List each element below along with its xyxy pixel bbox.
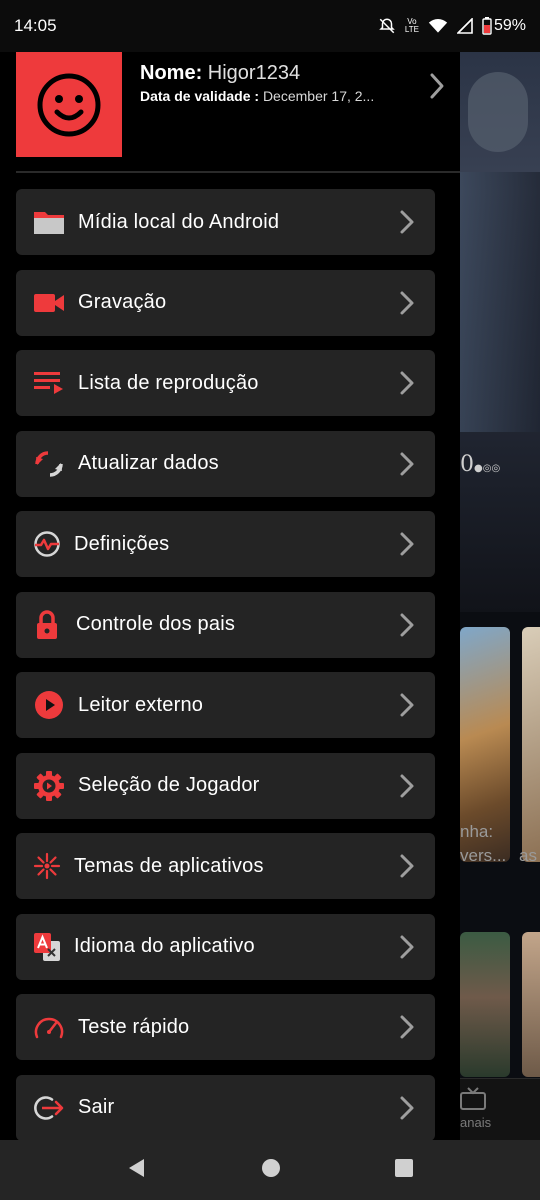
- refresh-icon: [32, 447, 66, 481]
- chevron-right-icon: [400, 774, 414, 797]
- chevron-right-icon: [400, 613, 414, 636]
- playlist-icon: [32, 366, 66, 400]
- profile-name: Nome: Higor1234: [140, 62, 300, 85]
- movie-poster[interactable]: [522, 932, 540, 1077]
- menu-item-label: Sair: [78, 1096, 115, 1118]
- menu-item-label: Mídia local do Android: [78, 210, 280, 233]
- chevron-right-icon: [400, 371, 414, 395]
- menu-item-external-player[interactable]: Leitor externo: [16, 672, 435, 738]
- menu-item-parental-control[interactable]: Controle dos pais: [16, 591, 435, 658]
- chevron-right-icon: [400, 532, 414, 556]
- wifi-icon: [428, 18, 448, 34]
- menu-item-label: Teste rápido: [78, 1015, 190, 1038]
- drawer-menu: Mídia local do Android Gravação Lista de…: [16, 189, 435, 1155]
- menu-item-label: Definições: [74, 532, 170, 555]
- menu-item-label: Idioma do aplicativo: [74, 935, 255, 957]
- play-circle-icon: [32, 688, 66, 722]
- logout-icon: [32, 1091, 66, 1125]
- menu-item-label: Temas de aplicativos: [74, 854, 264, 877]
- settings-pulse-icon: [32, 527, 62, 561]
- divider: [16, 171, 460, 173]
- menu-item-app-themes[interactable]: Temas de aplicativos: [16, 833, 435, 899]
- system-navigation-bar: [0, 1140, 540, 1200]
- lock-icon: [32, 608, 62, 642]
- bottom-tab-channels[interactable]: anais: [460, 1078, 540, 1140]
- menu-item-recording[interactable]: Gravação: [16, 269, 435, 336]
- status-time: 14:05: [14, 16, 57, 35]
- chevron-right-icon: [400, 935, 414, 958]
- chevron-right-icon: [400, 1096, 414, 1119]
- recents-button[interactable]: [394, 1158, 414, 1183]
- smiley-face-icon: [37, 73, 101, 136]
- tv-icon: [460, 1087, 486, 1110]
- bottom-tab-label: anais: [460, 1115, 492, 1130]
- expiry-value: December 17, 2...: [262, 88, 375, 104]
- chevron-right-icon: [400, 854, 414, 878]
- expiry-label: Data de validade :: [140, 88, 260, 104]
- status-icons: Vo LTE 59%: [378, 17, 526, 35]
- menu-item-label: Gravação: [78, 291, 167, 313]
- themes-burst-icon: [32, 849, 62, 883]
- menu-item-app-language[interactable]: Idioma do aplicativo: [16, 913, 435, 980]
- mute-notifications-icon: [378, 17, 396, 35]
- signal-icon: [456, 18, 473, 34]
- chevron-right-icon: [430, 73, 444, 99]
- background-app: 0●◎◎ nha: vers... as anais: [460, 52, 540, 1140]
- hero-rating: 0●◎◎: [460, 452, 501, 477]
- avatar: [16, 52, 122, 157]
- profile-expiry: Data de validade : December 17, 2...: [140, 88, 420, 104]
- video-camera-icon: [32, 286, 66, 320]
- player-gear-icon: [32, 769, 66, 803]
- menu-item-label: Lista de reprodução: [78, 371, 259, 394]
- menu-item-label: Controle dos pais: [76, 613, 236, 635]
- hero-image: [460, 52, 540, 612]
- profile-name-value: Higor1234: [207, 62, 301, 84]
- menu-item-speed-test[interactable]: Teste rápido: [16, 994, 435, 1060]
- chevron-right-icon: [400, 693, 414, 717]
- menu-item-settings[interactable]: Definições: [16, 511, 435, 577]
- chevron-right-icon: [400, 452, 414, 475]
- chevron-right-icon: [400, 1015, 414, 1039]
- chevron-right-icon: [400, 291, 414, 314]
- menu-item-playlist[interactable]: Lista de reprodução: [16, 350, 435, 416]
- navigation-drawer: Nome: Higor1234 Data de validade : Decem…: [0, 52, 460, 1141]
- status-bar: 14:05 Vo LTE 59%: [0, 0, 540, 52]
- movie-poster[interactable]: [460, 932, 510, 1077]
- menu-item-label: Leitor externo: [78, 693, 204, 716]
- menu-item-label: Atualizar dados: [78, 452, 219, 474]
- home-circle-icon: [261, 1158, 280, 1177]
- menu-item-player-selection[interactable]: Seleção de Jogador: [16, 752, 435, 819]
- battery-indicator: 59%: [482, 17, 526, 35]
- speedometer-icon: [32, 1010, 66, 1044]
- home-button[interactable]: [261, 1158, 281, 1183]
- folder-icon: [32, 205, 66, 239]
- chevron-right-icon: [400, 210, 414, 234]
- menu-item-local-media[interactable]: Mídia local do Android: [16, 189, 435, 255]
- profile-name-label: Nome:: [140, 62, 203, 84]
- menu-item-label: Seleção de Jogador: [78, 774, 260, 796]
- back-triangle-icon: [129, 1158, 145, 1177]
- translate-icon: [32, 930, 62, 964]
- volte-icon: Vo LTE: [404, 17, 419, 34]
- battery-percent: 59%: [493, 17, 526, 34]
- recents-square-icon: [394, 1158, 413, 1177]
- back-button[interactable]: [126, 1157, 148, 1184]
- battery-icon: [482, 17, 492, 35]
- poster-caption: nha: vers... as: [460, 822, 537, 865]
- profile-header[interactable]: Nome: Higor1234 Data de validade : Decem…: [0, 52, 460, 172]
- menu-item-update-data[interactable]: Atualizar dados: [16, 430, 435, 497]
- menu-item-logout[interactable]: Sair: [16, 1074, 435, 1141]
